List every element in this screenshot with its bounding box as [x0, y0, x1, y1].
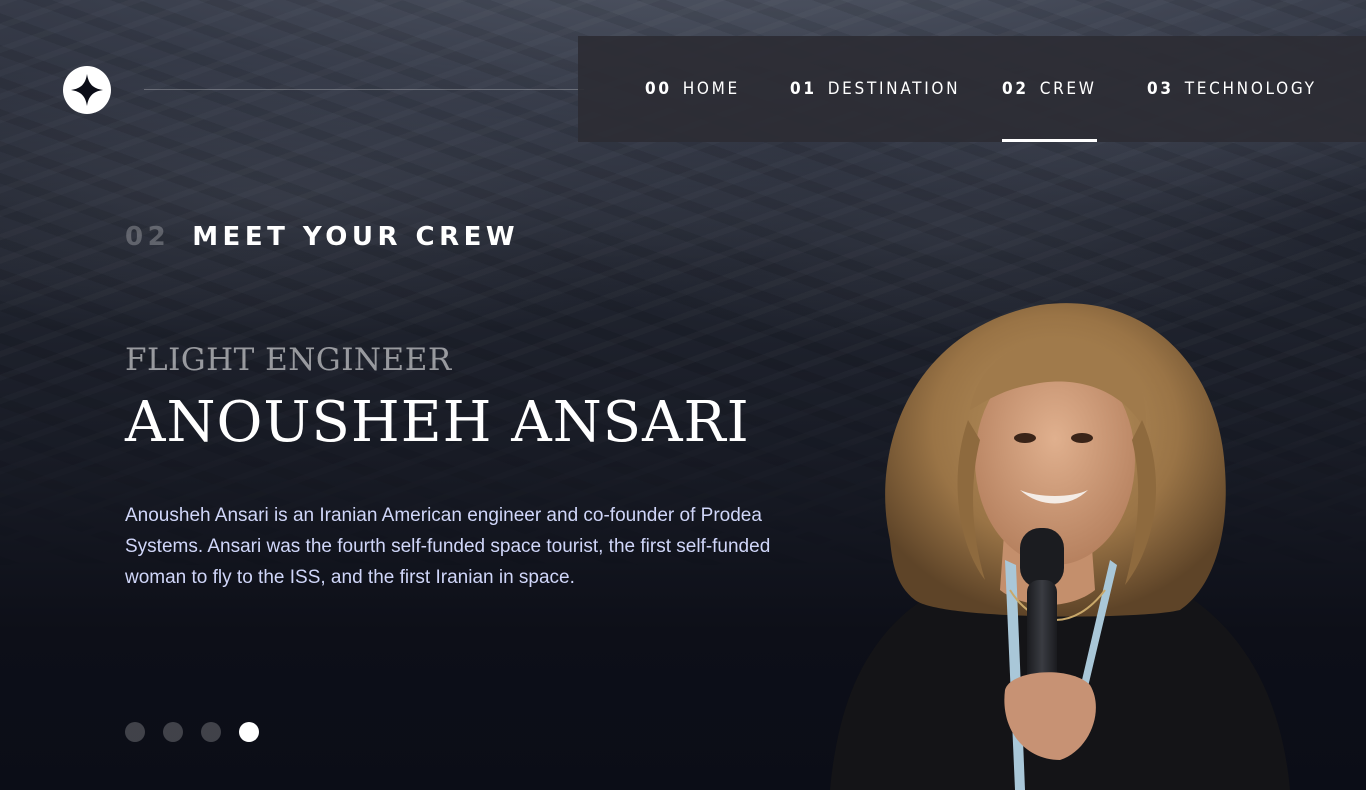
slider-dot-3[interactable] [201, 722, 221, 742]
header-divider [144, 89, 584, 90]
slider-dot-4[interactable] [239, 722, 259, 742]
nav-item-label: HOME [682, 79, 740, 99]
slider-dot-1[interactable] [125, 722, 145, 742]
page-heading-title: MEET YOUR CREW [192, 222, 520, 252]
nav-item-destination[interactable]: 01 DESTINATION [790, 36, 960, 142]
nav-item-number: 00 [645, 79, 672, 99]
nav-item-label: TECHNOLOGY [1184, 79, 1317, 99]
crew-portrait-image [830, 303, 1290, 790]
crew-slider-dots [125, 722, 277, 742]
crew-bio: Anousheh Ansari is an Iranian American e… [125, 505, 771, 588]
nav-item-number: 01 [790, 79, 817, 99]
primary-nav: 00 HOME 01 DESTINATION 02 CREW 03 TECHNO… [578, 36, 1366, 142]
page-heading-number: 02 [125, 222, 171, 252]
nav-item-label: DESTINATION [827, 79, 961, 99]
nav-item-number: 03 [1147, 79, 1174, 99]
nav-item-crew[interactable]: 02 CREW [1002, 36, 1097, 142]
nav-item-technology[interactable]: 03 TECHNOLOGY [1147, 36, 1317, 142]
nav-item-label: CREW [1039, 79, 1097, 99]
nav-item-home[interactable]: 00 HOME [645, 36, 740, 142]
page-heading: 02 MEET YOUR CREW [125, 222, 519, 252]
crew-role: FLIGHT ENGINEER [125, 342, 452, 378]
nav-item-number: 02 [1002, 79, 1029, 99]
star-logo-icon [63, 66, 111, 114]
slider-dot-2[interactable] [163, 722, 183, 742]
crew-name: ANOUSHEH ANSARI [125, 390, 750, 455]
